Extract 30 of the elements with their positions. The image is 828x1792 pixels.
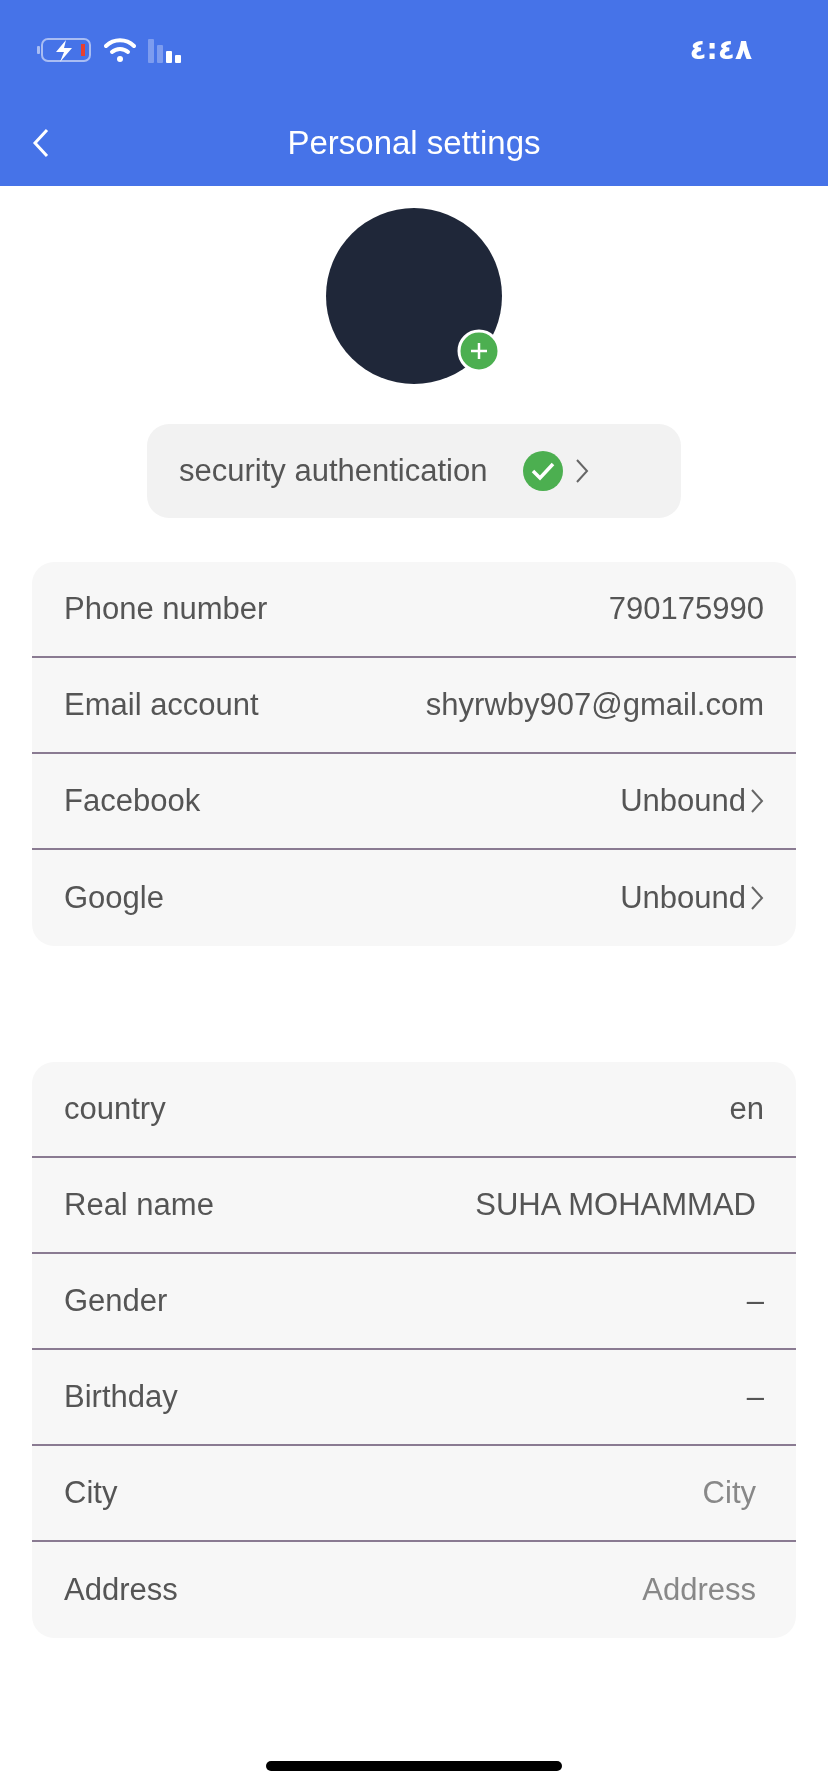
add-photo-icon[interactable] [457, 329, 501, 373]
status-time: ٤:٤٨ [689, 32, 752, 68]
input-field[interactable]: Address [364, 1566, 764, 1614]
row-label: Email account [64, 685, 259, 724]
chevron-right-icon [750, 788, 764, 814]
row-label: Birthday [64, 1377, 178, 1416]
wifi-icon [104, 37, 136, 63]
battery-icon [36, 36, 92, 64]
security-authentication-button[interactable]: security authentication [147, 424, 681, 518]
chevron-right-icon [575, 458, 590, 484]
row-label: Gender [64, 1281, 168, 1320]
row-label: Google [64, 878, 164, 917]
bind-link[interactable]: Unbound [620, 777, 764, 825]
input-field[interactable]: City [364, 1469, 764, 1517]
row-value: – [746, 1377, 764, 1416]
row-label: Real name [64, 1185, 214, 1224]
input-field[interactable]: SUHA MOHAMMAD [364, 1181, 764, 1229]
row-label: City [64, 1473, 118, 1512]
back-icon [32, 128, 50, 158]
row-value: shyrwby907@gmail.com [425, 685, 764, 724]
bind-link[interactable]: Unbound [620, 874, 764, 922]
row-label: Phone number [64, 589, 268, 628]
row-value: en [729, 1089, 764, 1128]
row-label: Facebook [64, 781, 201, 820]
row-label: Address [64, 1570, 178, 1609]
chevron-right-icon [750, 885, 764, 911]
row-value: 790175990 [608, 589, 764, 628]
row-label: country [64, 1089, 166, 1128]
row-value: – [746, 1281, 764, 1320]
page-title: Personal settings [287, 123, 541, 164]
